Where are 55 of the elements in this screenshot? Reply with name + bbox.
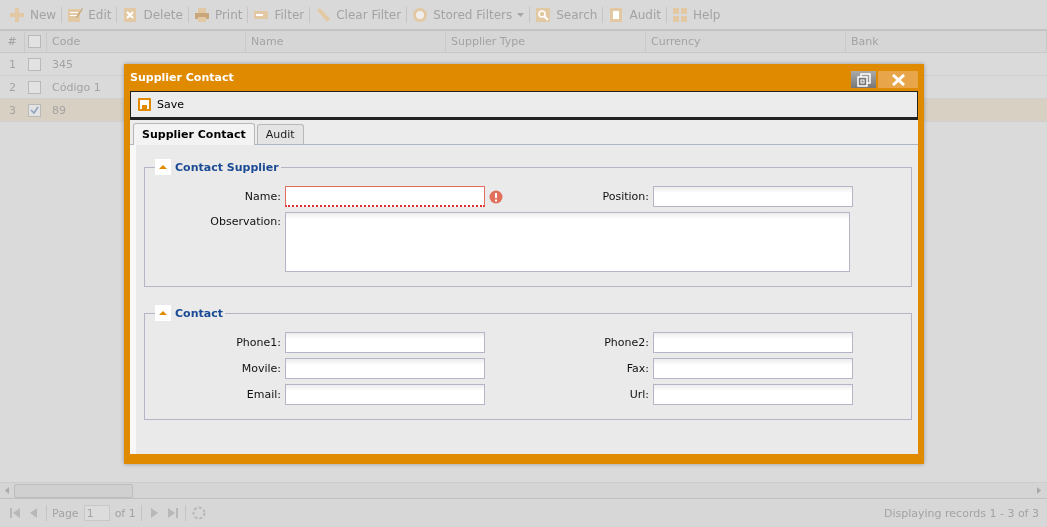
input-field[interactable] (653, 332, 853, 353)
delete-icon (122, 6, 139, 23)
save-icon (138, 98, 151, 111)
tab[interactable]: Supplier Contact (133, 123, 255, 145)
first-page-icon[interactable] (8, 506, 22, 520)
restore-icon (856, 72, 871, 87)
last-page-icon[interactable] (165, 506, 180, 520)
plus-icon (9, 6, 25, 23)
error-icon (489, 189, 503, 204)
checkmark-icon (30, 105, 39, 115)
scrollbar-thumb[interactable] (14, 483, 133, 498)
column-header[interactable]: # (0, 31, 25, 52)
input-field[interactable] (653, 358, 853, 379)
page-field[interactable]: 1 (83, 505, 110, 521)
field-label: Url: (628, 388, 649, 401)
input-field[interactable] (285, 332, 485, 353)
field-label: Phone2: (603, 336, 649, 349)
edit-icon (67, 6, 84, 23)
printer-icon (193, 6, 210, 23)
close-icon (891, 73, 905, 86)
section-title: Contact Supplier (175, 160, 279, 174)
field-label: Position: (601, 190, 649, 203)
checkbox[interactable] (28, 35, 41, 48)
eraser-icon (315, 6, 332, 23)
collapse-toggle-icon[interactable] (155, 159, 171, 175)
disc-icon (412, 6, 429, 23)
checkbox[interactable] (28, 57, 41, 71)
section-title: Contact (175, 306, 223, 320)
field-label: Fax: (625, 362, 649, 375)
text-area[interactable] (285, 212, 850, 272)
checkbox[interactable] (28, 103, 41, 117)
close-button[interactable] (878, 71, 918, 88)
search-icon (535, 6, 552, 23)
input-field[interactable] (653, 186, 853, 207)
left-arrow-icon[interactable] (5, 487, 10, 494)
input-field[interactable] (653, 384, 853, 405)
field-label: Observation: (209, 214, 281, 228)
scrollbar[interactable] (0, 482, 1047, 498)
input-field[interactable] (285, 186, 485, 207)
field-label: Email: (245, 388, 281, 401)
grid-icon (671, 6, 688, 23)
save-button[interactable]: Save (138, 98, 184, 111)
field-label: Phone1: (235, 336, 281, 349)
input-field[interactable] (285, 358, 485, 379)
field-label: Movile: (240, 362, 281, 375)
input-field[interactable] (285, 384, 485, 405)
tab[interactable]: Audit (256, 124, 304, 144)
document-icon (608, 6, 625, 23)
field-label: Name: (243, 190, 281, 203)
right-arrow-icon[interactable] (1037, 487, 1042, 494)
collapse-toggle-icon[interactable] (155, 305, 171, 321)
checkbox[interactable] (28, 80, 41, 94)
refresh-icon[interactable] (190, 505, 207, 521)
restore-button[interactable] (851, 71, 876, 88)
window-title: Supplier Contact (130, 71, 235, 84)
